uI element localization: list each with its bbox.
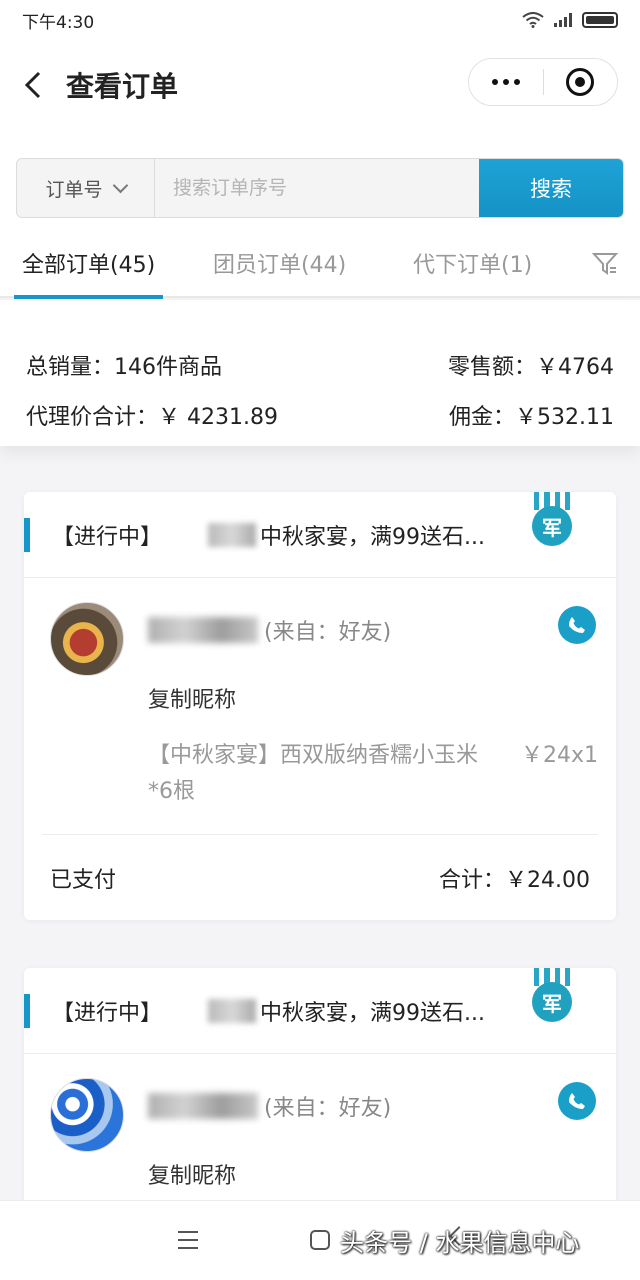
system-nav-bar: 头条号 / 水果信息中心 [0, 1200, 640, 1280]
buyer-source: (来自：好友) [264, 620, 392, 645]
watermark: 头条号 / 水果信息中心 [340, 1229, 580, 1257]
product-price: ￥24x1 [520, 743, 598, 768]
agent-price-total: 代理价合计：￥ 4231.89 [26, 405, 278, 430]
home-icon[interactable] [310, 1230, 330, 1250]
phone-button[interactable] [558, 1082, 596, 1120]
search-input[interactable] [155, 159, 479, 217]
summary-row-1: 总销量：146件商品 零售额：￥4764 [26, 340, 614, 390]
order-card[interactable]: 【进行中】 中秋家宴，满99送石... 军 (来自：好友) 复制昵称 [24, 968, 616, 1228]
order-product-title: 中秋家宴，满99送石... [260, 1000, 485, 1026]
blurred-brand [208, 998, 257, 1023]
more-button[interactable] [469, 59, 543, 105]
tab-all-orders[interactable]: 全部订单(45) [13, 229, 164, 299]
blurred-brand [208, 522, 257, 547]
status-icons [522, 12, 618, 28]
copy-nickname-button[interactable]: 复制昵称 [148, 1158, 236, 1190]
status-bar: 下午4:30 [0, 0, 640, 40]
target-icon [566, 68, 595, 96]
order-card-header: 【进行中】 中秋家宴，满99送石... 军 [24, 492, 616, 578]
tab-proxy-orders[interactable]: 代下订单(1) [413, 229, 532, 297]
phone-button[interactable] [558, 606, 596, 644]
badge-medal: 军 [532, 982, 572, 1022]
copy-nickname-button[interactable]: 复制昵称 [148, 682, 236, 714]
order-total: 合计：￥24.00 [439, 867, 590, 893]
order-status: 【进行中】 [52, 524, 163, 550]
search-button[interactable]: 搜索 [479, 159, 623, 217]
phone-icon [569, 617, 585, 633]
order-card-header: 【进行中】 中秋家宴，满99送石... 军 [24, 968, 616, 1054]
buyer-info: (来自：好友) [148, 1090, 391, 1122]
status-time: 下午4:30 [22, 12, 95, 33]
badge-medal: 军 [532, 506, 572, 546]
avatar [50, 1078, 124, 1152]
order-card[interactable]: 【进行中】 中秋家宴，满99送石... 军 (来自：好友) 复制昵称 【中秋家宴… [24, 492, 616, 920]
blurred-nickname [148, 1093, 258, 1119]
army-badge-icon: 军 [532, 968, 572, 1028]
filter-icon[interactable] [592, 252, 618, 276]
back-button[interactable] [18, 70, 48, 100]
nav-bar: 查看订单 [0, 40, 640, 130]
more-dots-icon [491, 79, 520, 85]
blurred-nickname [148, 617, 258, 643]
payment-status: 已支付 [50, 867, 117, 893]
search-type-label: 订单号 [45, 178, 103, 201]
page-title: 查看订单 [66, 70, 179, 103]
retail-amount: 零售额：￥4764 [448, 355, 614, 380]
order-product-title: 中秋家宴，满99送石... [260, 524, 485, 550]
order-tabs: 全部订单(45) 团员订单(44) 代下订单(1) [0, 229, 640, 299]
buyer-source: (来自：好友) [264, 1096, 392, 1121]
army-badge-icon: 军 [532, 492, 572, 552]
search-section: 订单号 搜索 [0, 130, 640, 230]
mini-program-capsule [468, 58, 618, 106]
order-status: 【进行中】 [52, 1000, 163, 1026]
accent-bar [24, 518, 30, 552]
close-button[interactable] [544, 59, 618, 105]
product-name: 【中秋家宴】西双版纳香糯小玉米*6根 [148, 743, 479, 804]
menu-icon[interactable] [178, 1231, 198, 1249]
total-sales: 总销量：146件商品 [26, 355, 222, 380]
battery-icon [582, 12, 618, 28]
wifi-icon [522, 12, 544, 28]
chevron-left-icon [24, 71, 41, 99]
chevron-down-icon [112, 177, 128, 193]
avatar [50, 602, 124, 676]
accent-bar [24, 994, 30, 1028]
product-line: 【中秋家宴】西双版纳香糯小玉米*6根 ￥24x1 [148, 738, 598, 810]
summary-row-2: 代理价合计：￥ 4231.89 佣金：￥532.11 [26, 390, 614, 440]
tab-member-orders[interactable]: 团员订单(44) [213, 229, 346, 297]
search-type-select[interactable]: 订单号 [17, 159, 155, 217]
sales-summary: 总销量：146件商品 零售额：￥4764 代理价合计：￥ 4231.89 佣金：… [0, 300, 640, 446]
signal-icon [554, 13, 572, 27]
phone-icon [569, 1093, 585, 1109]
order-footer: 已支付 合计：￥24.00 [42, 834, 598, 920]
commission: 佣金：￥532.11 [449, 405, 614, 430]
search-bar: 订单号 搜索 [16, 158, 624, 218]
buyer-info: (来自：好友) [148, 614, 391, 646]
